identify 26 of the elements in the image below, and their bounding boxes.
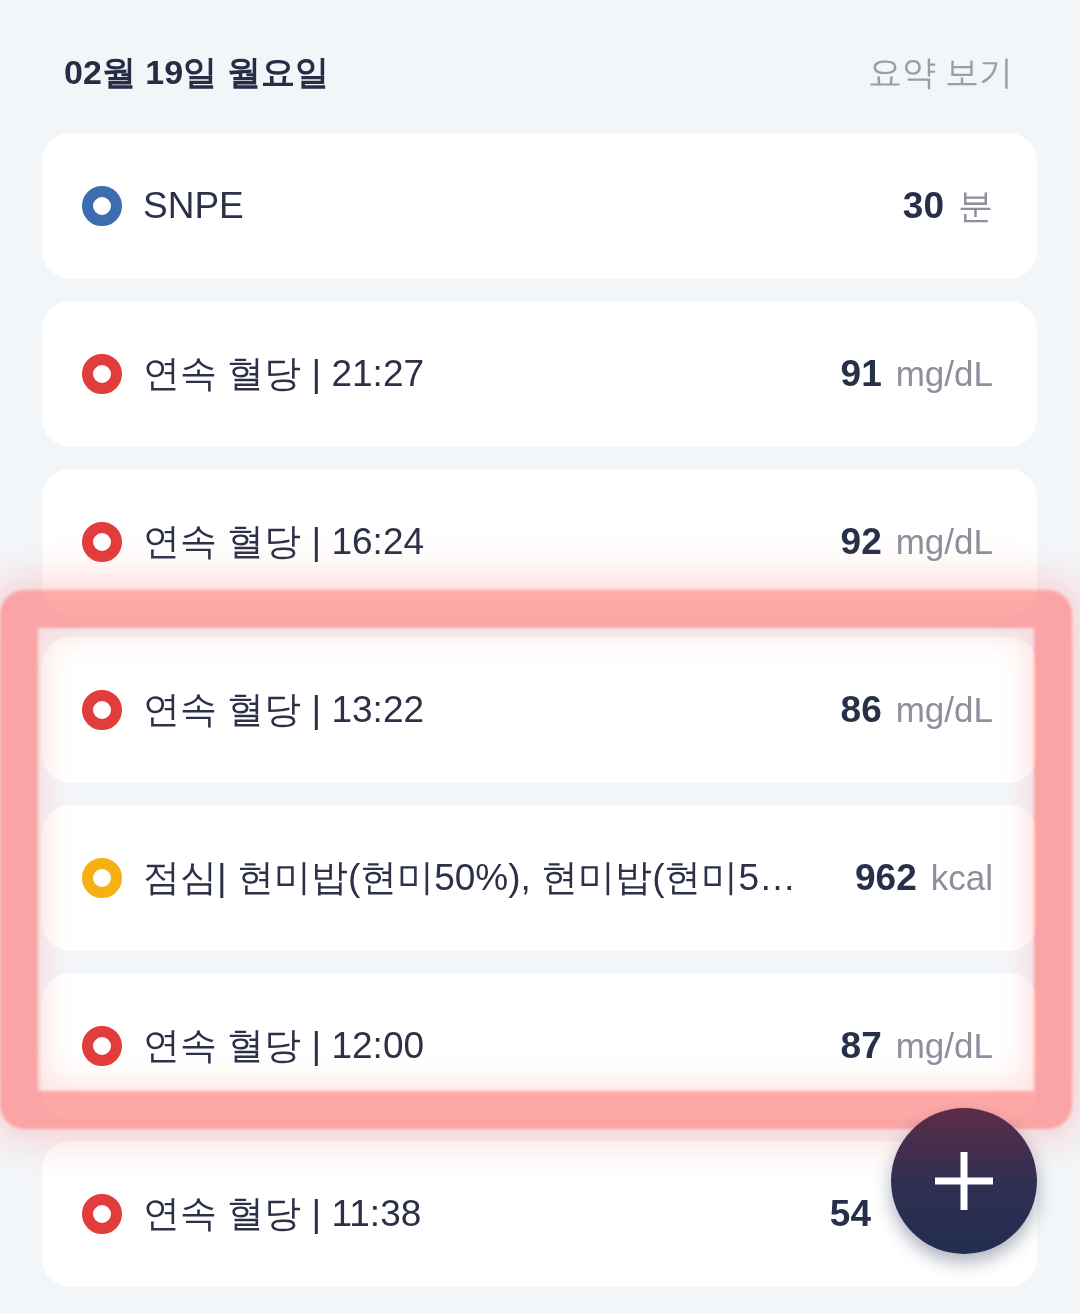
entry-card[interactable]: SNPE 30 분 xyxy=(42,133,1037,279)
entry-label: 연속 혈당 | 21:27 xyxy=(143,352,425,396)
entry-value: 92 xyxy=(840,521,882,563)
entry-label: 연속 혈당 | 12:00 xyxy=(143,1024,425,1068)
entry-value: 30 xyxy=(902,185,944,227)
date-heading: 02월 19일 월요일 xyxy=(64,52,329,93)
entry-value: 87 xyxy=(840,1025,882,1067)
entry-label: 연속 혈당 | 16:24 xyxy=(143,520,425,564)
entry-label: 연속 혈당 | 13:22 xyxy=(143,688,425,732)
entry-card[interactable]: 연속 혈당 | 21:27 91 mg/dL xyxy=(42,301,1037,447)
entry-value: 86 xyxy=(840,689,882,731)
entry-value: 54 xyxy=(829,1193,871,1235)
entry-unit: mg/dL xyxy=(895,690,993,730)
entry-unit: mg/dL xyxy=(895,1026,993,1066)
entry-label: 점심| 현미밥(현미50%), 현미밥(현미5… xyxy=(143,856,797,900)
entry-card[interactable]: 연속 혈당 | 13:22 86 mg/dL xyxy=(42,637,1037,783)
entry-unit: mg/dL xyxy=(895,354,993,394)
entry-value: 91 xyxy=(840,353,882,395)
entry-unit: 분 xyxy=(958,184,993,227)
entry-value: 962 xyxy=(855,857,917,899)
entry-card[interactable]: 점심| 현미밥(현미50%), 현미밥(현미5… 962 kcal xyxy=(42,805,1037,951)
entry-unit: mg/dL xyxy=(895,522,993,562)
entry-unit: kcal xyxy=(930,858,993,898)
entry-label: SNPE xyxy=(143,185,244,227)
entry-label: 연속 혈당 | 11:38 xyxy=(143,1192,422,1236)
plus-icon xyxy=(935,1152,993,1210)
